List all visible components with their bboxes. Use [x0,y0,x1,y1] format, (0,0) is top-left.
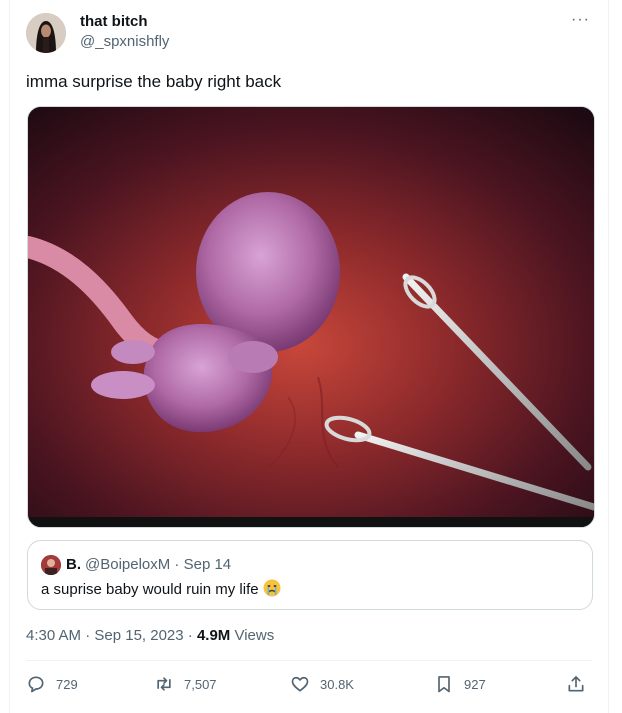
like-button[interactable]: 30.8K [290,674,354,694]
reply-icon [28,676,44,693]
retweet-button[interactable]: 7,507 [154,674,217,694]
bookmark-count: 927 [464,676,486,692]
tweet-media-image[interactable] [27,106,595,528]
divider [26,660,592,661]
tweet-meta: 4:30 AM · Sep 15, 2023 · 4.9M Views [26,627,274,644]
share-icon [568,676,584,692]
views-label: Views [230,627,275,644]
reply-count: 729 [56,676,78,692]
author-handle[interactable]: @_spxnishfly [80,33,169,50]
quote-text: a suprise baby would ruin my life [41,579,281,598]
tweet-card: that bitch @_spxnishfly ··· imma surpris… [9,0,609,713]
bookmark-button[interactable]: 927 [434,674,486,694]
like-count: 30.8K [320,676,354,692]
quote-author-avatar [41,555,61,575]
tweet-timestamp[interactable]: 4:30 AM · Sep 15, 2023 · [26,627,197,644]
like-icon [291,676,309,692]
action-bar: 729 7,507 30.8K 927 [26,674,592,700]
tweet-text: imma surprise the baby right back [26,72,282,91]
retweet-count: 7,507 [184,676,217,692]
crying-face-icon [263,579,281,597]
share-button[interactable] [566,674,596,694]
quote-author-name: B. [66,556,81,573]
author-avatar[interactable] [26,13,66,53]
quote-text-body: a suprise baby would ruin my life [41,581,259,598]
author-name[interactable]: that bitch [80,13,148,30]
views-count: 4.9M [196,627,231,644]
bookmark-icon [438,676,450,693]
more-options-icon[interactable]: ··· [571,11,590,29]
quote-author-handle: @BoipeloxM · Sep 14 [85,556,232,573]
quoted-tweet[interactable]: B. @BoipeloxM · Sep 14 a suprise baby wo… [27,540,593,610]
retweet-icon [157,677,171,691]
reply-button[interactable]: 729 [26,674,78,694]
